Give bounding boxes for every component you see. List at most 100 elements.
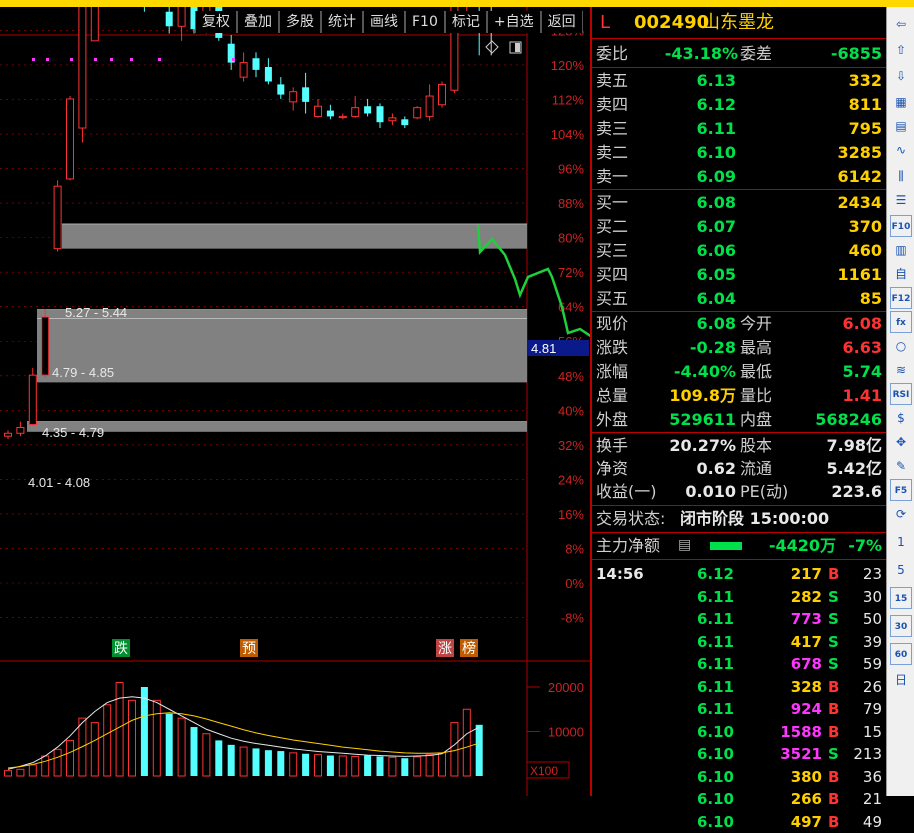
stat-label: 涨幅 [596, 362, 629, 381]
pct-tick-label: 112% [552, 92, 585, 107]
up-arrow-icon[interactable]: ⇧ [890, 39, 912, 61]
fund-value-2: 7.98亿 [826, 436, 882, 455]
circle-icon[interactable]: ○ [890, 335, 912, 357]
flow-bar [710, 542, 742, 550]
stat-row: 涨跌 -0.28 最高 6.63 [592, 336, 886, 359]
pct-tick-label: 104% [551, 127, 585, 142]
candle-body [277, 84, 285, 95]
refresh-icon[interactable]: ⟳ [890, 503, 912, 525]
main-flow-pct: -7% [848, 536, 882, 555]
trade-price: 6.10 [696, 790, 734, 808]
toolbar-button-1[interactable]: 叠加 [237, 11, 279, 33]
candle-icon[interactable]: ⫼ [890, 165, 912, 187]
zone-label: 5.27 - 5.44 [65, 305, 127, 320]
stat-value-2: 5.74 [842, 362, 882, 381]
period-15[interactable]: 15 [890, 587, 912, 609]
entrust-ratio-value: -43.18% [664, 44, 738, 63]
trade-side: B [828, 767, 840, 786]
sep [592, 432, 886, 433]
fund-value-2: 5.42亿 [826, 459, 882, 478]
f12-icon[interactable]: F12 [890, 287, 912, 309]
wave-icon[interactable]: ≋ [890, 359, 912, 381]
self-select-icon[interactable]: 自 [890, 263, 912, 285]
fx-icon[interactable]: fx [890, 311, 912, 333]
volume-bar [4, 770, 12, 777]
zone-label: 4.01 - 4.08 [28, 475, 90, 490]
stat-value: 109.8万 [669, 386, 736, 405]
grid-icon[interactable]: ▦ [890, 91, 912, 113]
dollar-icon[interactable]: $ [890, 407, 912, 429]
ask-row: 卖三 6.11 795 [592, 117, 886, 140]
trade-row: 6.11 328 B 26 [592, 676, 886, 698]
bid-row: 买四 6.05 1161 [592, 263, 886, 286]
volume-bar [314, 754, 322, 777]
menu-icon: ▤ [678, 537, 692, 553]
toolbar-button-5[interactable]: F10 [405, 11, 445, 33]
fund-row: 换手 20.27% 股本 7.98亿 [592, 434, 886, 457]
fund-row: 净资 0.62 流通 5.42亿 [592, 457, 886, 480]
f10-icon[interactable]: F10 [890, 215, 912, 237]
volume-bar [227, 744, 235, 776]
event-tag: 跌 [114, 641, 128, 657]
toolbar-button-4[interactable]: 画线 [363, 11, 405, 33]
sep [592, 38, 886, 39]
stock-name: 山东墨龙 [702, 12, 774, 33]
candle-body [41, 316, 50, 376]
trade-volume: 266 [790, 790, 822, 808]
f5-icon[interactable]: F5 [890, 479, 912, 501]
pct-tick-label: 80% [558, 231, 584, 246]
down-arrow-icon[interactable]: ⇩ [890, 65, 912, 87]
volume-bar [215, 740, 223, 776]
stat-label-2: 今开 [740, 314, 773, 333]
trade-count: 59 [862, 655, 882, 673]
stat-value-2: 1.41 [842, 386, 882, 405]
trade-price: 6.10 [696, 745, 734, 763]
list-icon[interactable]: ☰ [890, 189, 912, 211]
trade-row: 6.10 266 B 21 [592, 788, 886, 810]
period-60[interactable]: 60 [890, 643, 912, 665]
pencil-icon[interactable]: ✎ [890, 455, 912, 477]
event-dot [130, 58, 133, 61]
stat-label: 涨跌 [596, 338, 629, 357]
toolbar-button-6[interactable]: 标记 [444, 11, 487, 33]
trade-count: 50 [862, 610, 882, 628]
line-chart-icon[interactable]: ∿ [890, 139, 912, 161]
trade-count: 26 [862, 677, 882, 696]
report-icon[interactable]: ▥ [890, 239, 912, 261]
toolbar-button-3[interactable]: 统计 [321, 11, 363, 33]
candle-body [289, 91, 298, 103]
period-5[interactable]: 5 [890, 559, 912, 581]
candle-body [252, 58, 260, 70]
back-arrow-icon[interactable]: ⇦ [890, 13, 912, 35]
volume-bar [165, 713, 173, 776]
toolbar-button-0[interactable]: 复权 [195, 11, 237, 33]
period-1[interactable]: 1 [890, 531, 912, 553]
stat-label-2: 最高 [740, 338, 773, 357]
period-day[interactable]: 日 [890, 669, 912, 691]
entrust-ratio-row: 委比 -43.18% 委差 -6855 [592, 42, 886, 65]
trade-volume: 924 [790, 700, 822, 718]
trade-row: 6.10 497 B 49 [592, 811, 886, 833]
volume-bar [177, 717, 186, 777]
bid-price: 6.06 [696, 241, 736, 260]
candle-body [264, 66, 272, 82]
toolbar-button-2[interactable]: 多股 [279, 11, 321, 33]
trade-count: 39 [862, 632, 882, 651]
ask-label: 卖四 [596, 95, 629, 114]
kline-chart[interactable]: 128%120%112%104%96%88%80%72%64%56%48%40%… [0, 7, 590, 796]
ask-price: 6.10 [696, 143, 736, 162]
fund-value: 0.62 [696, 459, 736, 478]
toolbar-button-7[interactable]: +自选 [486, 11, 541, 33]
trade-price: 6.11 [696, 610, 734, 628]
event-dot [110, 58, 113, 61]
table-icon[interactable]: ▤ [890, 115, 912, 137]
move-icon[interactable]: ✥ [890, 431, 912, 453]
ask-row: 卖五 6.13 332 [592, 69, 886, 92]
vol-tick-label: 10000 [548, 725, 584, 740]
candle-body [438, 83, 446, 106]
trade-side: B [828, 565, 840, 583]
volume-bar [388, 756, 397, 777]
toolbar-button-8[interactable]: 返回 [540, 11, 583, 33]
rsi-icon[interactable]: RSI [890, 383, 912, 405]
period-30[interactable]: 30 [890, 615, 912, 637]
